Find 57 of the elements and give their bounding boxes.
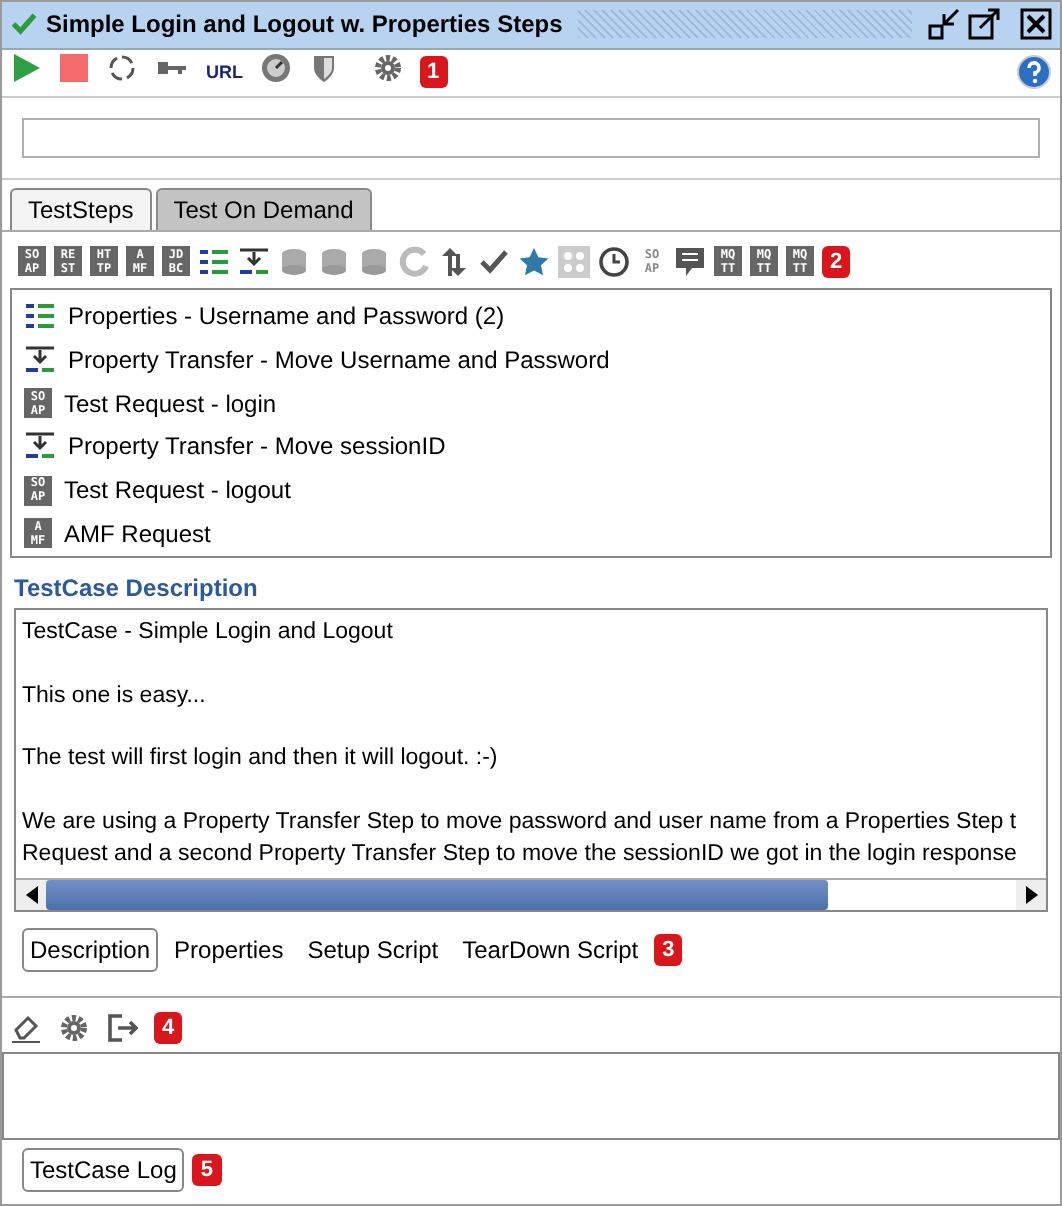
- description-line: We are using a Property Transfer Step to move password and user name from a Properties Step t: [22, 809, 1017, 834]
- description-line: The test will first login and then it will logout. :-): [22, 746, 498, 771]
- export-icon[interactable]: [106, 1012, 138, 1045]
- description-line: TestCase - Simple Login and Logout: [22, 619, 393, 644]
- comment-icon[interactable]: [674, 245, 706, 278]
- clock-icon[interactable]: [598, 245, 630, 278]
- star-icon[interactable]: [518, 245, 550, 278]
- settings-icon[interactable]: [371, 51, 403, 84]
- check-icon[interactable]: [478, 245, 510, 278]
- database-icon[interactable]: [318, 245, 350, 278]
- number-badge: 4: [154, 1012, 183, 1045]
- tab[interactable]: TestCase Log: [22, 1148, 185, 1193]
- help-icon[interactable]: [1016, 54, 1052, 91]
- properties-icon: [24, 299, 56, 332]
- tab[interactable]: Description: [22, 927, 159, 972]
- up-down-arrows-icon[interactable]: [438, 245, 470, 278]
- test-step-item[interactable]: AMF Request: [64, 519, 211, 548]
- loop-icon[interactable]: [106, 51, 138, 84]
- description-line: This one is easy...: [22, 683, 206, 708]
- description-line: Request and a second Property Transfer Step to move the sessionID we got in the login response: [22, 841, 1017, 866]
- play-icon[interactable]: [10, 51, 42, 84]
- maximize-icon[interactable]: [968, 8, 1000, 41]
- test-step-item[interactable]: Test Request - login: [64, 389, 277, 417]
- close-icon[interactable]: [1020, 8, 1052, 41]
- transfer-icon: [24, 343, 56, 376]
- test-step-item[interactable]: Property Transfer - Move Username and Password: [68, 345, 610, 374]
- stop-icon[interactable]: [58, 51, 90, 84]
- tab[interactable]: Properties: [166, 927, 292, 972]
- eraser-icon[interactable]: [10, 1012, 42, 1045]
- settings-icon[interactable]: [58, 1012, 90, 1045]
- search-field[interactable]: [22, 117, 1040, 158]
- transfer-icon[interactable]: [238, 245, 270, 278]
- number-badge: 3: [654, 933, 683, 966]
- tab[interactable]: Setup Script: [299, 927, 447, 972]
- tab[interactable]: TestSteps: [10, 187, 152, 230]
- url-button[interactable]: URL: [206, 62, 243, 83]
- dots-grid-icon[interactable]: [558, 245, 590, 278]
- left-arrow-icon[interactable]: [25, 885, 37, 904]
- number-badge: 2: [822, 245, 851, 278]
- properties-icon[interactable]: [198, 245, 230, 278]
- check-icon: [10, 10, 38, 39]
- test-step-item[interactable]: Properties - Username and Password (2): [68, 301, 505, 330]
- number-badge: 5: [192, 1154, 222, 1187]
- gauge-icon[interactable]: [259, 51, 291, 84]
- section-heading: TestCase Description: [12, 571, 260, 606]
- description-field[interactable]: [14, 607, 1048, 912]
- tab[interactable]: Test On Demand: [155, 187, 372, 230]
- database-icon[interactable]: [358, 245, 390, 278]
- horizontal-scrollbar[interactable]: [16, 877, 1046, 910]
- tab[interactable]: TearDown Script: [454, 927, 647, 972]
- right-arrow-icon[interactable]: [1025, 885, 1037, 904]
- window-title: Simple Login and Logout w. Properties Steps: [46, 10, 563, 39]
- test-step-item[interactable]: Property Transfer - Move sessionID: [68, 432, 446, 461]
- transfer-icon: [24, 430, 56, 463]
- number-badge: 1: [419, 56, 448, 89]
- test-step-item[interactable]: Test Request - logout: [64, 476, 291, 505]
- minimize-icon[interactable]: [928, 8, 960, 41]
